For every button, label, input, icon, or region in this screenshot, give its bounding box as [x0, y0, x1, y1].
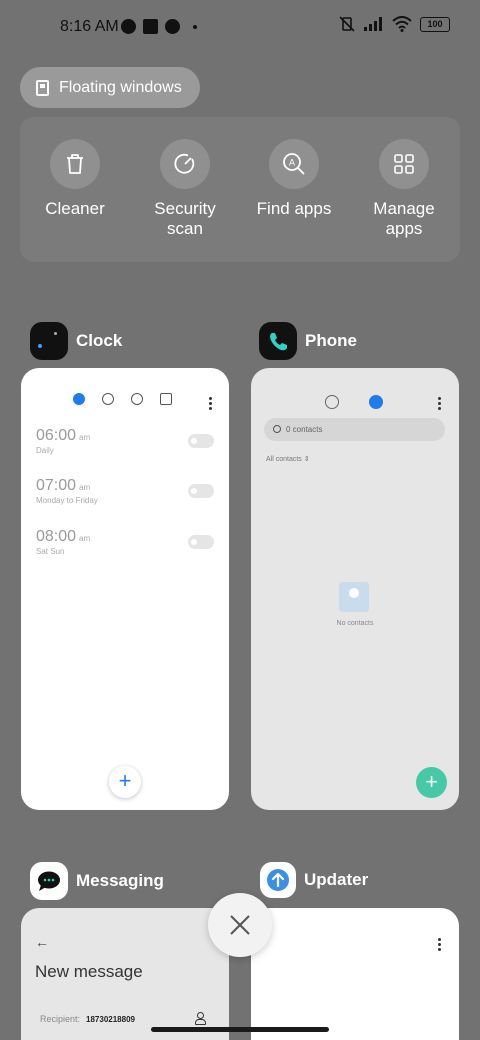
empty-contacts-icon: [339, 582, 369, 612]
alarm-item[interactable]: 06:00 am Daily: [36, 427, 90, 455]
alarm-repeat: Daily: [36, 446, 54, 455]
timer-tab-icon[interactable]: [160, 393, 172, 405]
status-time: 8:16 AM: [60, 18, 119, 35]
alarm-ampm: am: [79, 433, 91, 442]
manage-apps-label: Manage apps: [373, 199, 435, 238]
contacts-filter-dropdown[interactable]: All contacts ⇕: [266, 455, 310, 463]
phone-tabs: [325, 395, 383, 409]
phone-app-header[interactable]: Phone: [259, 322, 357, 360]
find-apps-label: Find apps: [256, 199, 332, 218]
back-arrow-icon[interactable]: ←: [35, 934, 49, 950]
phone-app-icon: [259, 322, 297, 360]
floating-windows-label: Floating windows: [59, 78, 182, 96]
alarm-time: 08:00: [36, 528, 77, 545]
alarm-item[interactable]: 08:00 am Sat Sun: [36, 528, 90, 556]
battery-icon: 100: [420, 16, 450, 32]
alarm-tab-icon[interactable]: [73, 393, 85, 405]
messaging-app-card[interactable]: ← New message Recipient: 18730218809: [21, 908, 229, 1040]
contact-picker-icon[interactable]: [195, 1012, 206, 1025]
alarm-time: 07:00: [36, 477, 77, 494]
floating-window-icon: [36, 79, 49, 96]
phone-app-card[interactable]: 0 contacts All contacts ⇕ No contacts +: [251, 368, 459, 810]
clock-app-card[interactable]: 06:00 am Daily 07:00 am Monday to Friday 0…: [21, 368, 229, 810]
status-bar: 8:16 AM 100: [0, 0, 480, 56]
alarm-ampm: am: [79, 534, 91, 543]
recipient-value: 18730218809: [86, 1015, 135, 1024]
clear-all-button[interactable]: [208, 893, 272, 957]
messaging-app-header[interactable]: Messaging: [30, 862, 164, 900]
alarm-time: 06:00: [36, 427, 77, 444]
alarm-ampm: am: [79, 483, 91, 492]
contacts-search-input[interactable]: 0 contacts: [264, 418, 445, 441]
svg-text:A: A: [289, 159, 296, 169]
alarm-toggle[interactable]: [188, 434, 214, 448]
security-scan-label: Security scan: [154, 199, 216, 238]
find-apps-icon: A: [269, 139, 319, 189]
quick-actions-panel: Cleaner Security scan A Find apps Manage…: [20, 117, 460, 262]
notification-icon: [165, 19, 180, 34]
alarm-item[interactable]: 07:00 am Monday to Friday: [36, 477, 98, 505]
manage-apps-button[interactable]: Manage apps: [354, 139, 454, 239]
trash-icon: [50, 139, 100, 189]
floating-windows-button[interactable]: Floating windows: [20, 67, 200, 108]
clock-app-icon: [30, 322, 68, 360]
alarm-repeat: Monday to Friday: [36, 496, 98, 505]
recents-tab-icon[interactable]: [325, 395, 339, 409]
recipient-label: Recipient:: [40, 1014, 81, 1024]
updater-app-name: Updater: [304, 870, 369, 889]
alarm-toggle[interactable]: [188, 535, 214, 549]
recipient-field[interactable]: Recipient: 18730218809: [40, 1014, 135, 1024]
wifi-icon: [392, 16, 412, 32]
empty-contacts-text: No contacts: [336, 620, 374, 627]
world-clock-tab-icon[interactable]: [102, 393, 114, 405]
messaging-app-icon: [30, 862, 68, 900]
notification-icon: [121, 19, 136, 34]
clock-tabs: [73, 393, 172, 405]
phone-app-name: Phone: [305, 331, 357, 350]
updater-app-icon: [260, 862, 296, 898]
find-apps-button[interactable]: A Find apps: [244, 139, 344, 219]
alarm-toggle[interactable]: [188, 484, 214, 498]
messaging-app-name: Messaging: [76, 871, 164, 890]
clock-more-icon[interactable]: [209, 397, 212, 412]
updater-app-card[interactable]: [251, 908, 459, 1040]
security-scan-button[interactable]: Security scan: [135, 139, 235, 239]
close-icon: [230, 915, 250, 935]
clock-app-header[interactable]: Clock: [30, 322, 122, 360]
stopwatch-tab-icon[interactable]: [131, 393, 143, 405]
updater-more-icon[interactable]: [438, 938, 441, 953]
alarm-repeat: Sat Sun: [36, 547, 65, 556]
add-contact-button[interactable]: +: [416, 767, 447, 798]
add-alarm-button[interactable]: +: [109, 766, 141, 798]
cleaner-button[interactable]: Cleaner: [25, 139, 125, 219]
updater-app-header[interactable]: Updater: [260, 862, 368, 898]
contacts-filter-label: All contacts: [266, 456, 302, 463]
security-scan-icon: [160, 139, 210, 189]
gesture-navigation-bar[interactable]: [151, 1027, 329, 1032]
notification-square-icon: [143, 19, 158, 34]
clock-app-name: Clock: [76, 331, 123, 350]
grid-icon: [379, 139, 429, 189]
more-notifications-icon: [193, 25, 197, 29]
new-message-title: New message: [35, 962, 143, 981]
contacts-tab-icon[interactable]: [369, 395, 383, 409]
phone-more-icon[interactable]: [438, 397, 441, 412]
signal-icon: [364, 17, 382, 31]
cleaner-label: Cleaner: [45, 199, 105, 218]
vibrate-off-icon: [339, 16, 355, 32]
